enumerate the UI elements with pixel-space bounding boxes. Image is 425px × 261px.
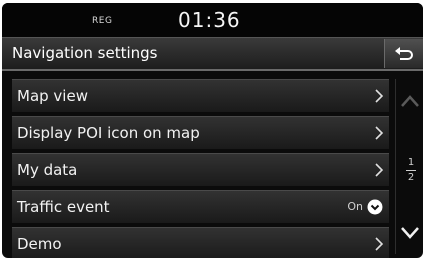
chevron-up-icon[interactable]: [400, 94, 420, 108]
back-arrow-icon: [395, 46, 413, 60]
settings-list: Map view Display POI icon on map My data…: [12, 79, 389, 258]
chevron-right-icon: [375, 163, 384, 177]
menu-item-traffic-event[interactable]: Traffic event On: [12, 190, 389, 223]
menu-item-label: Traffic event: [17, 198, 110, 216]
reg-indicator: REG: [92, 16, 113, 26]
head-unit-screen: REG 01:36 Navigation settings Map view D…: [2, 3, 423, 258]
page-total: 2: [407, 172, 415, 183]
chevron-down-icon[interactable]: [400, 226, 420, 240]
traffic-event-status: On: [347, 200, 363, 213]
menu-item-label: Demo: [17, 235, 62, 253]
page-title: Navigation settings: [12, 44, 158, 62]
chevron-down-circle-icon[interactable]: [367, 199, 383, 215]
chevron-right-icon: [375, 126, 384, 140]
status-bar: REG 01:36: [2, 3, 423, 37]
menu-item-label: Display POI icon on map: [17, 124, 200, 142]
page-current: 1: [407, 157, 415, 168]
clock: 01:36: [178, 8, 241, 32]
menu-item-demo[interactable]: Demo: [12, 227, 389, 258]
page-indicator: 1 2: [406, 157, 416, 184]
scroll-column: 1 2: [395, 79, 423, 254]
chevron-right-icon: [375, 89, 384, 103]
menu-item-label: My data: [17, 161, 78, 179]
back-button[interactable]: [384, 39, 423, 68]
menu-item-display-poi-icon[interactable]: Display POI icon on map: [12, 116, 389, 149]
menu-item-my-data[interactable]: My data: [12, 153, 389, 186]
chevron-right-icon: [375, 237, 384, 251]
menu-item-label: Map view: [17, 87, 88, 105]
title-bar: Navigation settings: [2, 37, 423, 71]
menu-item-map-view[interactable]: Map view: [12, 79, 389, 112]
scroll-divider: [395, 79, 396, 254]
